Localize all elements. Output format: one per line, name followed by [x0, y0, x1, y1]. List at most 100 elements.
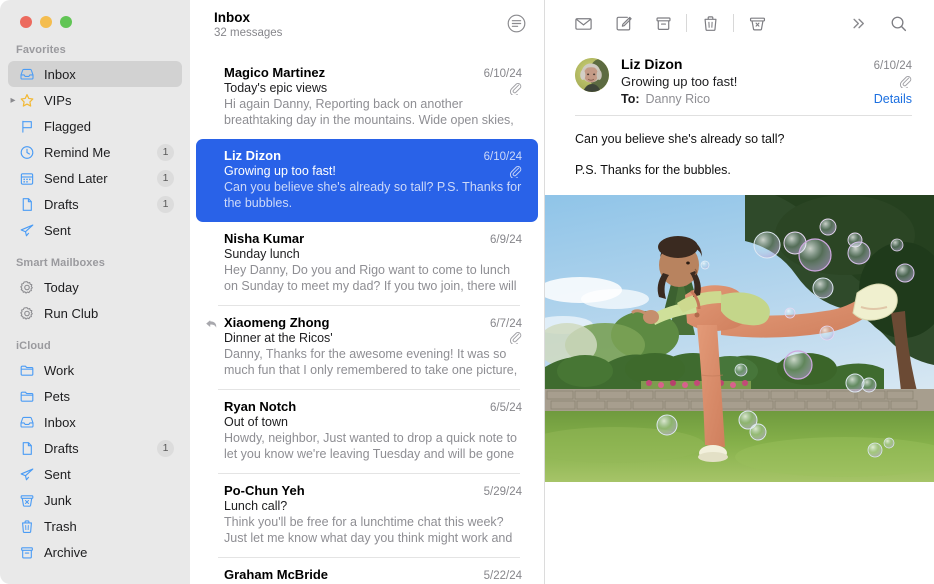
close-button[interactable] — [20, 16, 32, 28]
sidebar-item-sent[interactable]: Sent — [8, 217, 182, 243]
paper-plane-icon — [18, 466, 36, 482]
window-controls — [0, 0, 190, 40]
sidebar-item-label: Junk — [44, 493, 174, 508]
unread-badge: 1 — [157, 440, 174, 457]
sidebar-item-vips[interactable]: ▸ VIPs — [8, 87, 182, 113]
sidebar-item-drafts[interactable]: Drafts1 — [8, 191, 182, 217]
message-subject: Sunday lunch — [224, 247, 522, 261]
mailbox-title: Inbox — [214, 10, 504, 25]
sidebar-item-label: Inbox — [44, 67, 174, 82]
toolbar-divider — [686, 14, 687, 32]
message-date: 6/9/24 — [490, 234, 522, 246]
sidebar-item-trash[interactable]: Trash — [8, 513, 182, 539]
archive-button[interactable] — [643, 8, 683, 38]
sidebar-section-gap — [0, 326, 190, 336]
message-subject: Today's epic views — [224, 81, 503, 95]
message-sender: Xiaomeng Zhong — [224, 315, 482, 330]
mail-window: FavoritesInbox▸VIPsFlaggedRemind Me1Send… — [0, 0, 934, 584]
sidebar-item-label: Flagged — [44, 119, 174, 134]
sidebar: FavoritesInbox▸VIPsFlaggedRemind Me1Send… — [0, 0, 190, 584]
message-list-item[interactable]: Po-Chun Yeh 5/29/24 Lunch call? Think yo… — [196, 474, 538, 557]
toolbar-divider — [733, 14, 734, 32]
message-list-item[interactable]: Magico Martinez 6/10/24 Today's epic vie… — [196, 56, 538, 139]
sidebar-item-label: Sent — [44, 223, 174, 238]
junk-button[interactable] — [737, 8, 777, 38]
sidebar-item-run-club[interactable]: Run Club — [8, 300, 182, 326]
paper-plane-icon — [18, 222, 36, 238]
flag-icon — [18, 118, 36, 134]
minimize-button[interactable] — [40, 16, 52, 28]
message-date: 5/22/24 — [484, 570, 522, 582]
message-preview: Can you believe she's already so tall? P… — [224, 179, 522, 212]
sidebar-item-label: VIPs — [44, 93, 174, 108]
document-icon — [18, 196, 36, 212]
inbox-icon — [18, 66, 36, 82]
to-recipient: Danny Rico — [646, 92, 874, 106]
junk-icon — [18, 492, 36, 508]
sidebar-item-label: Remind Me — [44, 145, 157, 160]
sidebar-section-header: iCloud — [0, 336, 190, 357]
message-date: 6/10/24 — [874, 60, 912, 72]
details-link[interactable]: Details — [874, 92, 912, 106]
message-list-item[interactable]: Xiaomeng Zhong 6/7/24 Dinner at the Rico… — [196, 306, 538, 389]
body-paragraph: Can you believe she's already so tall? — [575, 130, 904, 149]
delete-button[interactable] — [690, 8, 730, 38]
message-sender: Graham McBride — [224, 567, 476, 582]
sidebar-item-flagged[interactable]: Flagged — [8, 113, 182, 139]
sort-filter-icon[interactable] — [504, 11, 528, 35]
sidebar-item-work[interactable]: Work — [8, 357, 182, 383]
sidebar-item-inbox[interactable]: Inbox — [8, 409, 182, 435]
message-list-item[interactable]: Ryan Notch 6/5/24 Out of town Howdy, nei… — [196, 390, 538, 473]
sidebar-item-inbox[interactable]: Inbox — [8, 61, 182, 87]
message-list-item[interactable]: Liz Dizon 6/10/24 Growing up too fast! C… — [196, 139, 538, 222]
message-subject: Lunch call? — [224, 499, 522, 513]
sidebar-item-pets[interactable]: Pets — [8, 383, 182, 409]
clock-icon — [18, 144, 36, 160]
sidebar-item-remind-me[interactable]: Remind Me1 — [8, 139, 182, 165]
sidebar-item-label: Send Later — [44, 171, 157, 186]
message-list: Inbox 32 messages Magico Martinez 6/10/2… — [190, 0, 545, 584]
message-subject: Dinner at the Ricos' — [224, 331, 503, 345]
sidebar-section-header: Smart Mailboxes — [0, 253, 190, 274]
message-sender: Liz Dizon — [224, 148, 476, 163]
gear-icon — [18, 305, 36, 321]
sidebar-item-archive[interactable]: Archive — [8, 539, 182, 565]
sidebar-item-sent[interactable]: Sent — [8, 461, 182, 487]
more-button[interactable] — [838, 8, 878, 38]
sidebar-item-send-later[interactable]: Send Later1 — [8, 165, 182, 191]
search-button[interactable] — [878, 8, 918, 38]
document-icon — [18, 440, 36, 456]
replied-icon — [204, 317, 218, 331]
message-list-item[interactable]: Graham McBride 5/22/24 Book Club Are you… — [196, 558, 538, 584]
folder-icon — [18, 362, 36, 378]
reader-toolbar — [545, 0, 934, 46]
compose-button[interactable] — [603, 8, 643, 38]
sidebar-item-label: Pets — [44, 389, 174, 404]
mark-unread-button[interactable] — [563, 8, 603, 38]
message-subject: Growing up too fast! — [621, 74, 893, 89]
body-paragraph: P.S. Thanks for the bubbles. — [575, 161, 904, 180]
sidebar-item-junk[interactable]: Junk — [8, 487, 182, 513]
sidebar-item-today[interactable]: Today — [8, 274, 182, 300]
inbox-icon — [18, 414, 36, 430]
chevron-right-icon[interactable]: ▸ — [6, 87, 20, 113]
calendar-icon — [18, 170, 36, 186]
message-list-item[interactable]: Nisha Kumar 6/9/24 Sunday lunch Hey Dann… — [196, 222, 538, 305]
attachment-image[interactable] — [545, 195, 934, 482]
message-sender: Po-Chun Yeh — [224, 483, 476, 498]
to-label: To: — [621, 92, 640, 106]
sender-name: Liz Dizon — [621, 56, 874, 72]
unread-badge: 1 — [157, 196, 174, 213]
archive-icon — [18, 544, 36, 560]
message-preview: Danny, Thanks for the awesome evening! I… — [224, 346, 522, 379]
message-date: 6/5/24 — [490, 402, 522, 414]
message-subject: Growing up too fast! — [224, 164, 503, 178]
trash-icon — [18, 518, 36, 534]
paperclip-icon[interactable] — [899, 75, 912, 88]
sidebar-item-label: Sent — [44, 467, 174, 482]
message-body: Can you believe she's already so tall? P… — [545, 116, 934, 181]
zoom-button[interactable] — [60, 16, 72, 28]
sidebar-item-drafts[interactable]: Drafts1 — [8, 435, 182, 461]
folder-icon — [18, 388, 36, 404]
sidebar-item-label: Trash — [44, 519, 174, 534]
